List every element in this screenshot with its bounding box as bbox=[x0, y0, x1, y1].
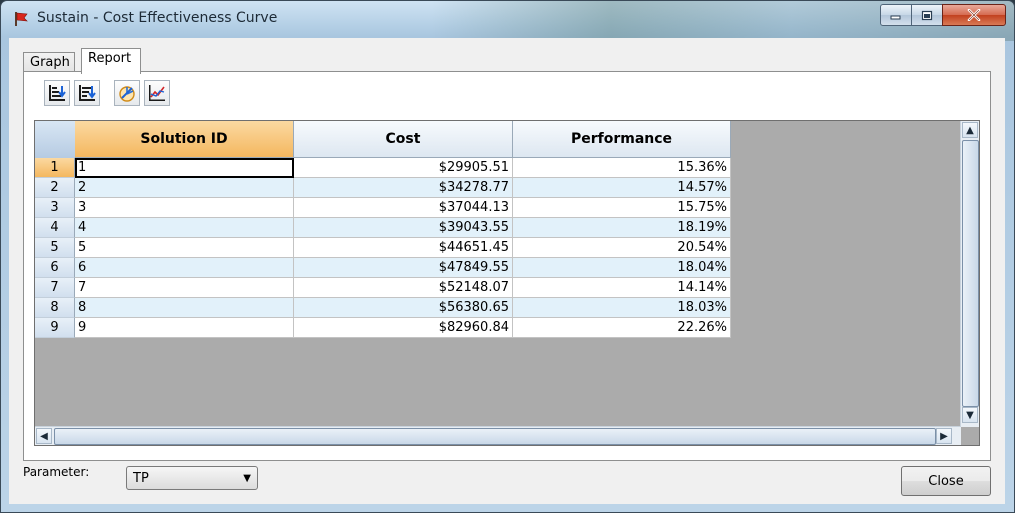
vertical-scroll-thumb[interactable] bbox=[962, 140, 979, 407]
scroll-right-button[interactable]: ▶ bbox=[936, 428, 952, 444]
arrow-right-icon: ▶ bbox=[940, 430, 948, 442]
row-header[interactable]: 9 bbox=[35, 318, 75, 338]
row-header[interactable]: 1 bbox=[35, 158, 75, 178]
row-header[interactable]: 4 bbox=[35, 218, 75, 238]
horizontal-scrollbar[interactable]: ◀ ▶ bbox=[35, 426, 961, 445]
report-grid: Solution ID Cost Performance 1 1 $29905.… bbox=[34, 120, 980, 446]
cost-effectiveness-window: Sustain - Cost Effectiveness Curve Graph… bbox=[0, 0, 1015, 513]
row-header[interactable]: 5 bbox=[35, 238, 75, 258]
row-header[interactable]: 2 bbox=[35, 178, 75, 198]
cell-cost[interactable]: $44651.45 bbox=[294, 238, 513, 258]
close-icon bbox=[967, 9, 981, 21]
grid-corner-header[interactable] bbox=[35, 121, 76, 159]
parameter-select[interactable]: TP ▼ bbox=[126, 466, 258, 490]
sort-descending-icon bbox=[79, 85, 96, 101]
minimize-icon bbox=[890, 15, 901, 20]
report-panel: Solution ID Cost Performance 1 1 $29905.… bbox=[23, 71, 991, 461]
parameter-value: TP bbox=[133, 471, 149, 486]
cell-cost[interactable]: $52148.07 bbox=[294, 278, 513, 298]
row-header[interactable]: 6 bbox=[35, 258, 75, 278]
cell-cost[interactable]: $56380.65 bbox=[294, 298, 513, 318]
cell-performance[interactable]: 14.57% bbox=[513, 178, 731, 198]
arrow-left-icon: ◀ bbox=[40, 430, 48, 442]
minimize-button[interactable] bbox=[880, 4, 912, 26]
title-bar[interactable]: Sustain - Cost Effectiveness Curve bbox=[1, 1, 1014, 41]
horizontal-scroll-thumb[interactable] bbox=[54, 428, 936, 445]
column-header-cost[interactable]: Cost bbox=[294, 121, 513, 158]
vertical-scrollbar[interactable]: ▲ ▼ bbox=[960, 121, 979, 427]
scroll-down-button[interactable]: ▼ bbox=[962, 407, 978, 423]
line-chart-icon bbox=[149, 85, 165, 101]
arrow-down-icon: ▼ bbox=[966, 409, 974, 421]
cell-performance[interactable]: 20.54% bbox=[513, 238, 731, 258]
cell-cost[interactable]: $82960.84 bbox=[294, 318, 513, 338]
cell-solution-id[interactable]: 7 bbox=[75, 278, 294, 298]
cell-solution-id[interactable]: 1 bbox=[75, 158, 294, 178]
dialog-client-area: Graph Report Solution ID Cost Performanc… bbox=[9, 38, 1005, 504]
cell-performance[interactable]: 15.36% bbox=[513, 158, 731, 178]
arrow-up-icon: ▲ bbox=[966, 124, 974, 136]
cell-cost[interactable]: $29905.51 bbox=[294, 158, 513, 178]
maximize-icon bbox=[921, 10, 933, 20]
row-header[interactable]: 8 bbox=[35, 298, 75, 318]
cell-solution-id[interactable]: 2 bbox=[75, 178, 294, 198]
cell-performance[interactable]: 18.04% bbox=[513, 258, 731, 278]
close-button[interactable]: Close bbox=[901, 466, 991, 496]
row-header[interactable]: 3 bbox=[35, 198, 75, 218]
row-header[interactable]: 7 bbox=[35, 278, 75, 298]
cell-solution-id[interactable]: 3 bbox=[75, 198, 294, 218]
pie-chart-icon bbox=[119, 86, 135, 102]
scroll-up-button[interactable]: ▲ bbox=[962, 122, 978, 138]
cell-solution-id[interactable]: 6 bbox=[75, 258, 294, 278]
maximize-button[interactable] bbox=[911, 4, 943, 26]
chevron-down-icon: ▼ bbox=[243, 473, 251, 484]
cell-cost[interactable]: $37044.13 bbox=[294, 198, 513, 218]
column-header-solution-id[interactable]: Solution ID bbox=[75, 121, 294, 158]
parameter-label: Parameter: bbox=[23, 465, 90, 479]
sort-ascending-button[interactable] bbox=[44, 80, 70, 106]
cell-cost[interactable]: $34278.77 bbox=[294, 178, 513, 198]
sort-ascending-icon bbox=[49, 85, 66, 101]
cell-performance[interactable]: 18.19% bbox=[513, 218, 731, 238]
cell-performance[interactable]: 14.14% bbox=[513, 278, 731, 298]
sort-descending-button[interactable] bbox=[74, 80, 100, 106]
cell-performance[interactable]: 15.75% bbox=[513, 198, 731, 218]
tab-report[interactable]: Report bbox=[81, 48, 141, 74]
cell-cost[interactable]: $39043.55 bbox=[294, 218, 513, 238]
cell-solution-id[interactable]: 5 bbox=[75, 238, 294, 258]
flag-icon bbox=[15, 12, 28, 26]
cell-solution-id[interactable]: 8 bbox=[75, 298, 294, 318]
window-title: Sustain - Cost Effectiveness Curve bbox=[37, 10, 278, 26]
close-window-button[interactable] bbox=[942, 4, 1006, 26]
pie-chart-button[interactable] bbox=[114, 80, 140, 106]
cell-solution-id[interactable]: 4 bbox=[75, 218, 294, 238]
cell-performance[interactable]: 22.26% bbox=[513, 318, 731, 338]
cell-performance[interactable]: 18.03% bbox=[513, 298, 731, 318]
tab-graph[interactable]: Graph bbox=[23, 52, 75, 73]
cell-solution-id[interactable]: 9 bbox=[75, 318, 294, 338]
column-header-performance[interactable]: Performance bbox=[513, 121, 731, 158]
scroll-left-button[interactable]: ◀ bbox=[36, 428, 52, 444]
line-chart-button[interactable] bbox=[144, 80, 170, 106]
cell-cost[interactable]: $47849.55 bbox=[294, 258, 513, 278]
